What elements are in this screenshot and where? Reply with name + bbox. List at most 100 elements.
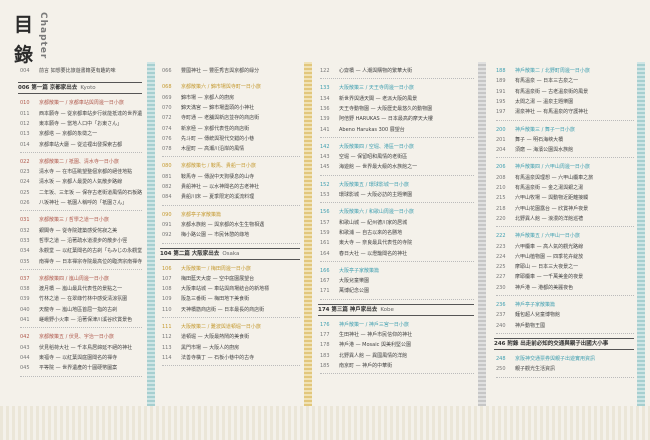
page-number: 210 — [496, 185, 506, 191]
decor-stripe-2 — [304, 62, 312, 406]
divider — [20, 327, 142, 329]
entry-title: 生田神社 — 神戶市民信仰的神社 — [339, 332, 413, 338]
entry-title: 神戶動物王國 — [515, 322, 546, 329]
page-number: 222 — [496, 233, 506, 240]
entry-title: 六甲山植物園 — 四季花卉綻放 — [515, 253, 584, 260]
entry-title: 南京町 — 神戶的中華街 — [339, 362, 393, 369]
toc-entry: 185 南京町 — 神戶的中華街 — [320, 361, 474, 371]
toc-entry: 070 錦天滿宮 — 錦市場盡頭的小神社 — [162, 103, 300, 113]
page-number: 082 — [162, 184, 172, 190]
toc-entry: 218 六甲山花園露台 — 欣賞神戶夜景 — [496, 204, 634, 214]
toc-entry: 026 八坂神社 — 祇園人稱呼的「祇園さん」 — [20, 198, 142, 208]
toc-entry: 045 平等院 — 世界遺產的十圓硬幣圖案 — [20, 363, 142, 373]
toc-entry: 153 環球影城 — 大阪必訪的主題樂園 — [320, 190, 474, 200]
toc-entry: 191 有馬溫泉街 — 古老溫泉街的風景 — [496, 87, 634, 97]
page-number: 142 — [320, 143, 330, 150]
entry-title: 舞子 — 明石海峽大橋 — [515, 136, 564, 143]
entry-title: 北野異人館 — 浪漫的洋館巡禮 — [515, 215, 584, 222]
page-number: 145 — [320, 164, 330, 171]
page-number: 033 — [20, 237, 30, 244]
page-number: 040 — [20, 306, 30, 313]
entry-title: 神戶散策三 / 舞子一日小旅 — [515, 126, 575, 133]
section-heading: 080 京都散策七 / 鞍馬、貴船一日小旅 — [162, 161, 300, 171]
toc-entry: 223 六甲纜車 — 高人氣的觀光路線 — [496, 242, 634, 252]
divider — [162, 156, 300, 158]
divider — [320, 174, 474, 176]
toc-entry: 178 神戶港 — Mosaic 與美利堅公園 — [320, 340, 474, 350]
entry-title: 梅小路公園 — 市民休憩的綠地 — [181, 232, 250, 239]
page-number: 141 — [320, 126, 330, 133]
section-heading: 176 神戶散策一 / 神戶三宮一日小旅 — [320, 320, 474, 330]
section-heading: 206 神戶散策四 / 六甲山周邊一日小旅 — [496, 162, 634, 172]
page-number: 166 — [320, 267, 330, 274]
divider — [162, 365, 300, 367]
divider — [162, 317, 300, 318]
entry-title: 京都散策二 / 祇園、清水寺一日小旅 — [39, 158, 119, 165]
part-english: Kobe — [380, 306, 394, 313]
toc-entry: 143 空堀 — 保留昭和風情的老街區 — [320, 152, 474, 162]
toc-entry: 004 前言 如想要比旅遊書籍更有趣的味 — [20, 66, 142, 76]
entry-title: 清水寺 — 在市區眺望整個京都的絕佳地點 — [39, 169, 133, 176]
part-english: Osaka — [222, 250, 240, 257]
decor-stripe-1 — [147, 62, 155, 406]
entry-title: 錦市場 — 京都人的廚房 — [181, 94, 235, 101]
page-number: 066 — [162, 68, 172, 74]
entry-title: 六甲山花園露台 — 欣賞神戶夜景 — [515, 205, 589, 212]
page-number: 042 — [20, 334, 30, 341]
page-number: 188 — [496, 68, 506, 74]
entry-title: 東福寺 — 以紅葉與庭園聞名的禪寺 — [39, 354, 118, 361]
entry-title: 京都車站大廳 — 從這裡出發探索古都 — [39, 141, 123, 148]
entry-title: 西本願寺 — 從京都車站步行就能抵達的世界遺產 — [39, 110, 142, 117]
page-number: 191 — [496, 88, 506, 95]
entry-title: 和歌山城 — 紀州德川家的居城 — [339, 219, 408, 226]
entry-title: 神戶散策一 / 神戶三宮一日小旅 — [339, 321, 409, 328]
toc-entry: 013 京都塔 — 京都的象徵之一 — [20, 129, 142, 139]
part-english: Kyoto — [80, 85, 96, 92]
toc-entry: 183 北野異人館 — 異國風情的洋館 — [320, 351, 474, 361]
page-number: 024 — [20, 179, 30, 186]
page-number: 201 — [496, 136, 506, 143]
section-heading: 133 大阪散策三 / 天王寺周邊一日小旅 — [320, 83, 474, 93]
entry-title: 鞍馬寺 — 傳說中天狗棲息的山寺 — [181, 173, 255, 180]
toc-entry: 108 大阪車站城 — 車站與商場結合的新地標 — [162, 284, 300, 294]
divider — [496, 332, 634, 334]
section-heading: 200 神戶散策三 / 舞子一日小旅 — [496, 125, 634, 135]
page-number: 159 — [320, 229, 330, 236]
entry-title: 京阪神交通票券與親子出遊實用資訊 — [515, 355, 596, 362]
entry-title: 黑門市場 — 大阪人的廚房 — [181, 344, 240, 351]
page-number: 227 — [496, 274, 506, 281]
toc-entry: 113 黑門市場 — 大阪人的廚房 — [162, 343, 300, 353]
divider — [320, 202, 474, 204]
section-heading: 142 大阪散策四 / 空堀、港區一日小旅 — [320, 142, 474, 152]
toc-entry: 023 清水寺 — 在市區眺望整個京都的絕佳地點 — [20, 167, 142, 177]
page-number: 010 — [20, 100, 30, 107]
entry-title: 京都散策一 / 京都車站與周邊一日小旅 — [39, 100, 124, 107]
entry-title: 天神橋筋商店街 — 日本最長的商店街 — [181, 306, 265, 313]
page-number: 161 — [320, 240, 330, 247]
page-number: 109 — [162, 296, 172, 303]
toc-entry: 225 摩耶山 — 日本三大夜景之一 — [496, 262, 634, 272]
toc-entry: 072 寺町通 — 老舖與新店並存的商店街 — [162, 113, 300, 123]
entry-title: 貴船神社 — 以水神聞名的古老神社 — [181, 184, 260, 190]
divider — [496, 119, 634, 121]
page-number: 237 — [496, 312, 506, 319]
bottom-decor — [0, 406, 650, 440]
page-number: 092 — [162, 232, 172, 239]
toc-entry: 081 鞍馬寺 — 傳說中天狗棲息的山寺 — [162, 172, 300, 182]
page-number: 037 — [20, 275, 30, 282]
page-number: 114 — [162, 354, 172, 361]
entry-title: 道頓堀 — 大阪最熱鬧的美食街 — [181, 334, 250, 341]
entry-title: 京都散策四 / 嵐山周邊一日小旅 — [39, 275, 109, 282]
page-number: 122 — [320, 68, 330, 74]
entry-title: 平等院 — 世界遺產的十圓硬幣圖案 — [39, 365, 118, 372]
entry-title: 南禪寺 — 日本禪宗寺院最高位的臨濟宗南禪寺 — [39, 258, 142, 265]
page-number: 225 — [496, 264, 506, 271]
entry-title: 八坂神社 — 祇園人稱呼的「祇園さん」 — [39, 200, 128, 206]
section-heading: 188 神戶散策二 / 北野町周邊一日小旅 — [496, 66, 634, 76]
part-banner: 006 第一篇 京都家出去 Kyoto — [18, 82, 142, 95]
page-number: 090 — [162, 211, 172, 218]
entry-title: 梅田藍天大廈 — 空中庭園展望台 — [181, 275, 255, 282]
page-number: 157 — [320, 219, 330, 226]
toc-entry: 078 木屋町 — 高瀬川沿岸的風情 — [162, 144, 300, 154]
page-number: 091 — [162, 221, 172, 228]
